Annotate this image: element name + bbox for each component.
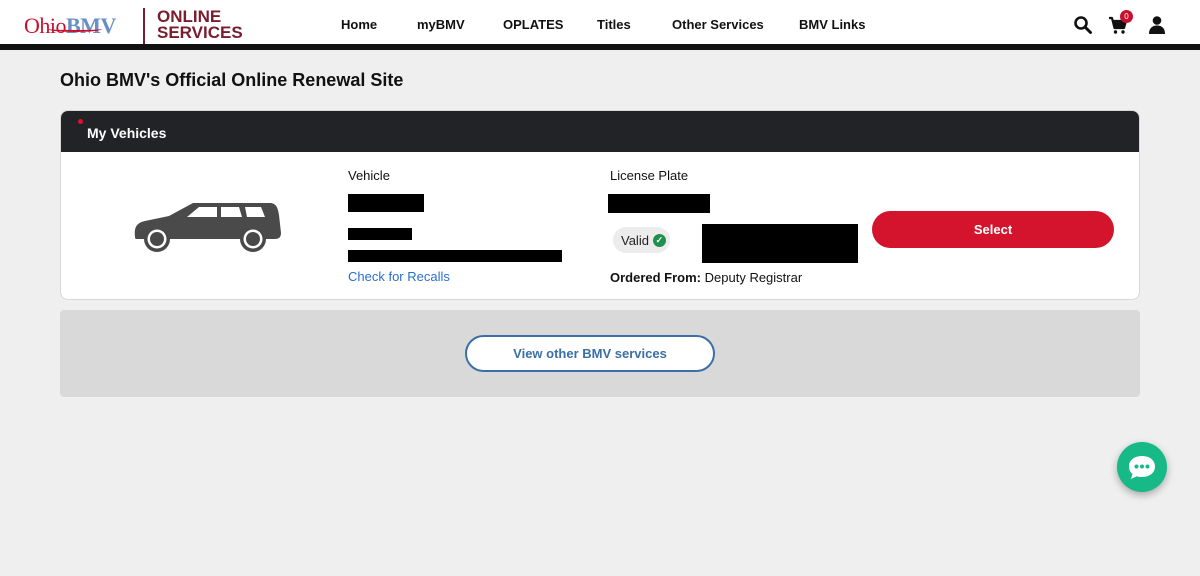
- nav-item-oplates[interactable]: OPLATES: [503, 17, 563, 32]
- page-title: Ohio BMV's Official Online Renewal Site: [60, 70, 404, 90]
- status-badge: Valid ✓: [613, 227, 670, 253]
- my-vehicles-title: My Vehicles: [87, 125, 167, 141]
- nav-item-bmv-links[interactable]: BMV Links: [799, 17, 865, 32]
- logo-services-line2: SERVICES: [157, 23, 243, 42]
- other-services-panel: View other BMV services: [60, 310, 1140, 397]
- check-circle-icon: ✓: [652, 233, 666, 247]
- my-vehicles-card: My Vehicles Vehicle Check for Recalls Li…: [60, 110, 1140, 300]
- plate-redacted: [608, 194, 710, 213]
- status-text: Valid: [621, 232, 649, 248]
- my-vehicles-header: My Vehicles: [61, 111, 1139, 152]
- search-icon[interactable]: [1073, 15, 1093, 35]
- user-icon[interactable]: [1147, 15, 1167, 35]
- vehicle-redacted-1: [348, 194, 424, 212]
- cart-count-badge: 0: [1120, 10, 1133, 23]
- select-button[interactable]: Select: [872, 211, 1114, 248]
- chat-bubble-icon: [1129, 456, 1155, 479]
- vehicle-redacted-2: [348, 228, 412, 240]
- chat-button[interactable]: [1117, 442, 1167, 492]
- station-wagon-icon: [134, 203, 281, 252]
- ordered-from-label: Ordered From:: [610, 270, 702, 285]
- vehicle-label: Vehicle: [348, 168, 390, 183]
- nav-item-other-services[interactable]: Other Services: [672, 17, 764, 32]
- logo-swoosh: [48, 26, 102, 32]
- check-recalls-link[interactable]: Check for Recalls: [348, 269, 450, 284]
- nav-item-mybmv[interactable]: myBMV: [417, 17, 465, 32]
- nav-item-home[interactable]: Home: [341, 17, 377, 32]
- ordered-from: Ordered From: Deputy Registrar: [610, 270, 802, 285]
- registration-redacted: [702, 224, 858, 263]
- notification-dot: [78, 119, 83, 124]
- license-plate-label: License Plate: [610, 168, 689, 183]
- vehicle-redacted-3: [348, 250, 562, 262]
- nav-item-titles[interactable]: Titles: [597, 17, 631, 32]
- site-header: Ohio BMV ONLINE SERVICES Home myBMV OPLAT…: [0, 0, 1200, 50]
- ordered-from-value: Deputy Registrar: [704, 270, 803, 285]
- view-other-services-button[interactable]: View other BMV services: [465, 335, 715, 372]
- online-services-logo[interactable]: ONLINE SERVICES: [157, 8, 243, 42]
- logo-divider: [143, 8, 145, 44]
